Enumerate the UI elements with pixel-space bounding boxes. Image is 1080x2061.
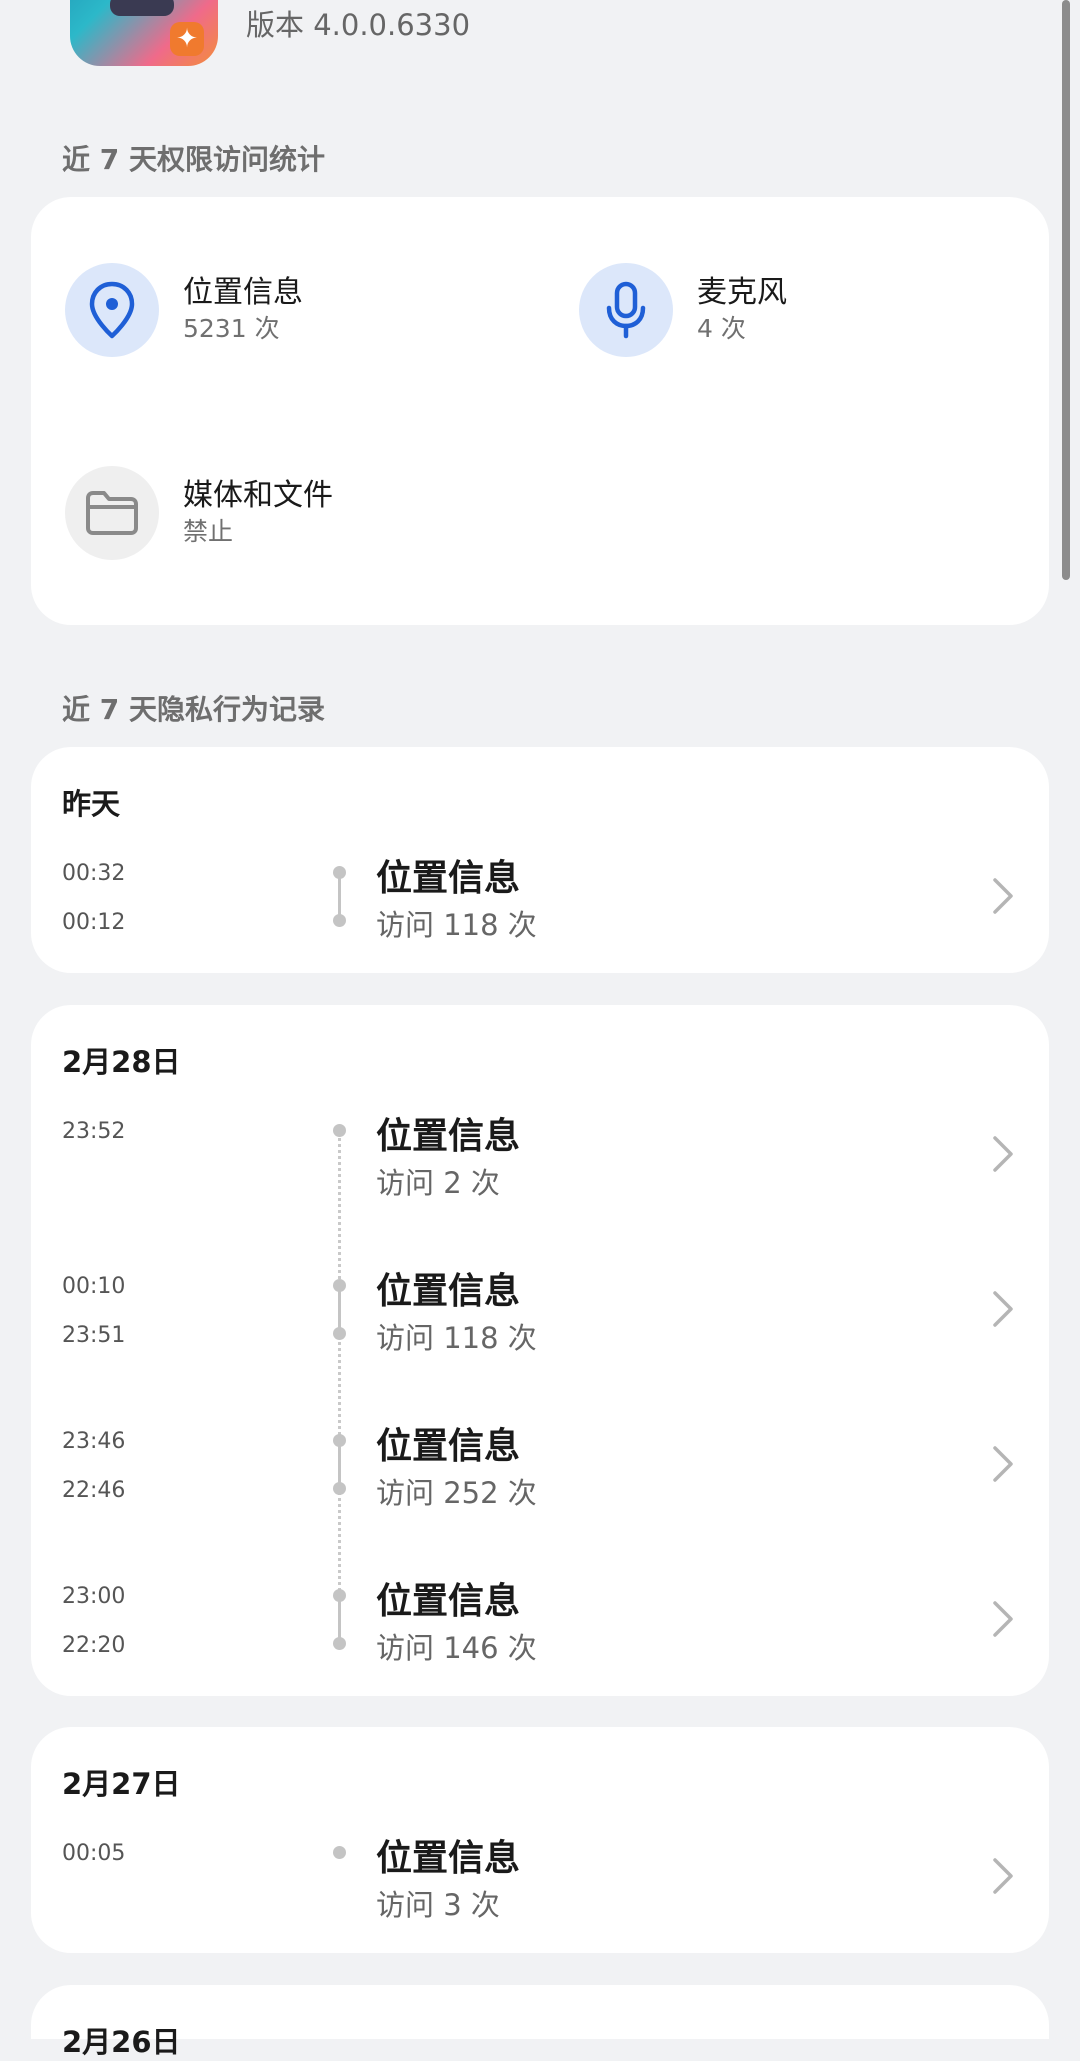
timeline-dot: [333, 1327, 346, 1340]
timeline-line: [338, 1441, 341, 1485]
entry-subtitle: 访问 118 次: [376, 908, 537, 942]
permission-item-media-files[interactable]: 媒体和文件 禁止: [65, 466, 333, 560]
entry-title: 位置信息: [376, 1271, 521, 1312]
records-section-label: 近 7 天隐私行为记录: [62, 693, 325, 726]
scrollbar[interactable]: [1062, 0, 1070, 580]
chevron-right-icon: [991, 877, 1015, 919]
app-icon-scarf: [110, 0, 174, 16]
permission-name: 麦克风: [697, 275, 787, 310]
permission-count: 4 次: [697, 314, 746, 343]
day-date: 2月26日: [62, 2025, 181, 2059]
microphone-icon: [579, 263, 673, 357]
day-date: 昨天: [62, 787, 121, 821]
permission-name: 位置信息: [183, 275, 303, 310]
time-start: 23:52: [62, 1119, 126, 1144]
chevron-right-icon: [991, 1135, 1015, 1177]
timeline-connector: [338, 1131, 341, 1599]
chevron-right-icon: [991, 1445, 1015, 1487]
timeline-dot: [333, 914, 346, 927]
permission-count: 5231 次: [183, 314, 280, 343]
timeline-dot: [333, 1637, 346, 1650]
entry-title: 位置信息: [376, 1116, 521, 1157]
entry-subtitle: 访问 3 次: [376, 1888, 500, 1922]
day-card-yesterday: 昨天 00:32 00:12 位置信息 访问 118 次: [31, 747, 1049, 973]
location-pin-icon: [65, 263, 159, 357]
time-end: 23:51: [62, 1323, 126, 1348]
timeline-dot: [333, 1846, 346, 1859]
time-start: 00:05: [62, 1841, 126, 1866]
time-end: 00:12: [62, 910, 126, 935]
entry-title: 位置信息: [376, 858, 521, 899]
time-start: 23:46: [62, 1429, 126, 1454]
entry-subtitle: 访问 2 次: [376, 1166, 500, 1200]
chevron-right-icon: [991, 1857, 1015, 1899]
time-start: 23:00: [62, 1584, 126, 1609]
time-end: 22:46: [62, 1478, 126, 1503]
day-card-feb27: 2月27日 00:05 位置信息 访问 3 次: [31, 1727, 1049, 1953]
day-date: 2月28日: [62, 1045, 181, 1079]
day-card-feb28: 2月28日 23:52 位置信息 访问 2 次 00:10 23:51 位置信息…: [31, 1005, 1049, 1696]
chevron-right-icon: [991, 1600, 1015, 1642]
app-version: 版本 4.0.0.6330: [246, 8, 471, 42]
day-card-feb26: 2月26日: [31, 1985, 1049, 2059]
time-start: 00:10: [62, 1274, 126, 1299]
timeline-dot: [333, 1124, 346, 1137]
timeline-line: [338, 1286, 341, 1330]
entry-title: 位置信息: [376, 1838, 521, 1879]
folder-icon: [65, 466, 159, 560]
entry-subtitle: 访问 252 次: [376, 1476, 537, 1510]
app-icon-badge: ✦: [170, 22, 204, 56]
app-icon: ✦: [70, 0, 218, 66]
permission-item-microphone[interactable]: 麦克风 4 次: [579, 263, 787, 357]
stats-section-label: 近 7 天权限访问统计: [62, 143, 325, 176]
chevron-right-icon: [991, 1290, 1015, 1332]
timeline-line: [338, 873, 341, 917]
entry-subtitle: 访问 118 次: [376, 1321, 537, 1355]
permission-stats-card: 位置信息 5231 次 麦克风 4 次 媒体和文件 禁止: [31, 197, 1049, 625]
entry-title: 位置信息: [376, 1426, 521, 1467]
entry-title: 位置信息: [376, 1581, 521, 1622]
entry-subtitle: 访问 146 次: [376, 1631, 537, 1665]
timeline-dot: [333, 1482, 346, 1495]
permission-count: 禁止: [183, 517, 234, 546]
timeline-line: [338, 1596, 341, 1640]
time-end: 22:20: [62, 1633, 126, 1658]
time-start: 00:32: [62, 861, 126, 886]
permission-name: 媒体和文件: [183, 478, 333, 513]
day-date: 2月27日: [62, 1767, 181, 1801]
permission-item-location[interactable]: 位置信息 5231 次: [65, 263, 303, 357]
